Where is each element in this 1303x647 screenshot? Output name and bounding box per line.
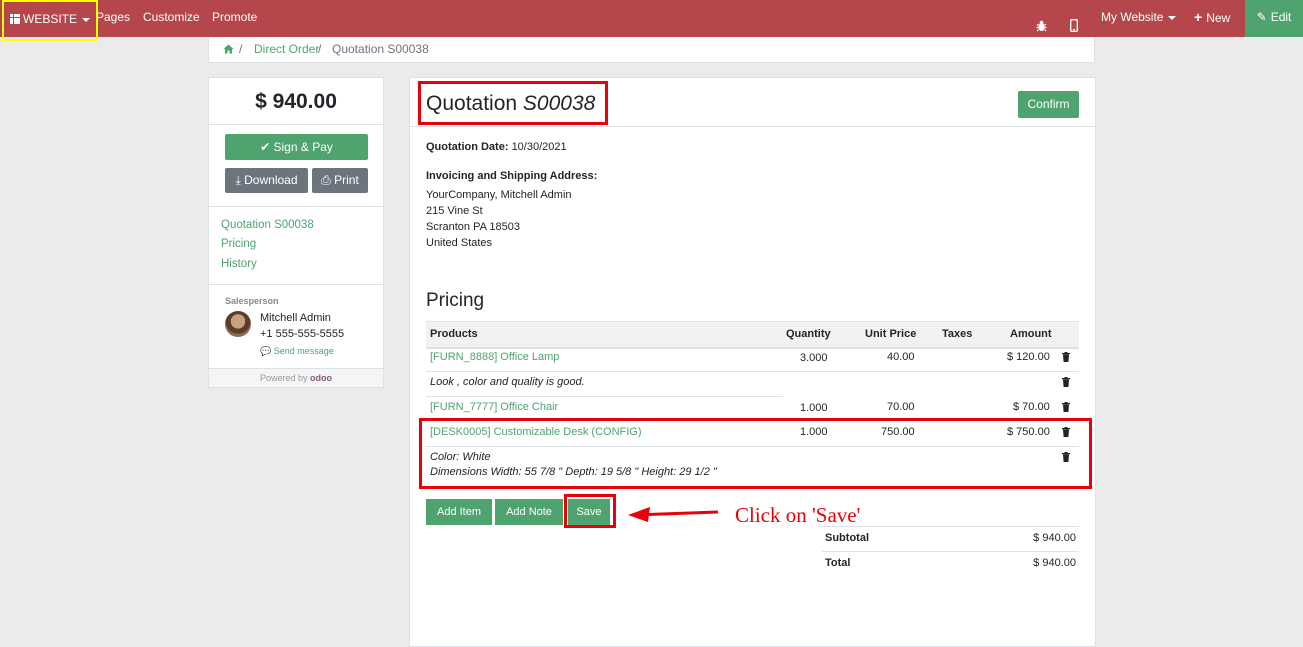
product-link[interactable]: [FURN_8888] Office Lamp <box>430 351 559 363</box>
amount-value: $ 120.00 <box>1007 351 1050 363</box>
row-divider <box>426 371 1079 372</box>
arrow-left-icon <box>628 507 719 522</box>
bug-icon[interactable] <box>1036 11 1047 32</box>
title-number: S00038 <box>522 92 596 115</box>
caret-down-icon <box>1168 15 1177 20</box>
divider <box>209 206 383 207</box>
unit-price-value: 70.00 <box>887 401 915 413</box>
sidebar-link-pricing[interactable]: Pricing <box>221 238 256 250</box>
new-button[interactable]: + New <box>1194 0 1230 37</box>
add-note-button[interactable]: Add Note <box>495 499 563 525</box>
sidebar-link-quotation[interactable]: Quotation S00038 <box>221 219 314 231</box>
address-line: Scranton PA 18503 <box>426 221 520 233</box>
unit-price-value: 40.00 <box>887 351 915 363</box>
website-menu-label: WEBSITE <box>23 12 78 26</box>
header-amount: Amount <box>1010 328 1052 340</box>
send-message-link[interactable]: 💬 Send message <box>260 346 334 357</box>
salesperson-label: Salesperson <box>225 296 279 306</box>
my-website-label: My Website <box>1101 10 1164 24</box>
home-icon[interactable] <box>223 42 234 56</box>
sidebar-link-history[interactable]: History <box>221 258 257 270</box>
send-message-label: Send message <box>273 346 334 356</box>
download-button[interactable]: ⤓ Download <box>225 168 308 193</box>
check-icon: ✔ <box>260 140 271 154</box>
breadcrumb-separator: / <box>239 42 243 56</box>
confirm-button[interactable]: Confirm <box>1018 91 1079 118</box>
pricing-title: Pricing <box>426 290 485 311</box>
top-navbar: WEBSITE Pages Customize Promote My Websi… <box>0 0 1303 41</box>
page-title: Quotation S00038 <box>426 92 595 116</box>
row-divider <box>426 396 783 397</box>
breadcrumb-separator: / <box>318 42 322 56</box>
quotation-date-label: Quotation Date: <box>426 141 509 153</box>
header-unit-price: Unit Price <box>865 328 917 340</box>
divider <box>209 284 383 285</box>
row-divider <box>822 526 1079 527</box>
quotation-date-value: 10/30/2021 <box>511 141 567 153</box>
comment-icon: 💬 <box>260 346 272 356</box>
salesperson-name: Mitchell Admin <box>260 312 331 324</box>
download-icon: ⤓ <box>235 173 241 187</box>
total-label: Total <box>825 557 851 569</box>
odoo-logo: odoo <box>310 373 333 383</box>
powered-by-text: Powered by <box>259 373 308 383</box>
print-label: Print <box>334 173 359 187</box>
mobile-preview-icon[interactable] <box>1069 11 1078 33</box>
header-quantity: Quantity <box>786 328 831 340</box>
total-value: $ 940.00 <box>1033 557 1076 569</box>
subtotal-label: Subtotal <box>825 532 869 544</box>
note-text: Look , color and quality is good. <box>430 376 585 388</box>
title-prefix: Quotation <box>426 92 518 115</box>
new-label: New <box>1206 11 1231 25</box>
promote-menu[interactable]: Promote <box>212 0 257 37</box>
divider <box>410 126 1095 127</box>
add-item-button[interactable]: Add Item <box>426 499 492 525</box>
quotation-date: Quotation Date: 10/30/2021 <box>426 141 567 153</box>
print-button[interactable]: ⎙ Print <box>312 168 368 193</box>
trash-icon[interactable] <box>1062 402 1070 412</box>
customize-menu[interactable]: Customize <box>143 0 200 37</box>
edit-button[interactable]: ✎ Edit <box>1245 0 1303 37</box>
breadcrumb-direct-order[interactable]: Direct Order <box>254 42 319 56</box>
breadcrumb-current: Quotation S00038 <box>332 42 429 56</box>
row-divider <box>822 551 1079 552</box>
header-products: Products <box>430 328 478 340</box>
print-icon: ⎙ <box>321 173 331 187</box>
product-link[interactable]: [FURN_7777] Office Chair <box>430 401 558 413</box>
breadcrumb: / Direct Order / Quotation S00038 <box>208 37 1095 63</box>
trash-icon[interactable] <box>1062 377 1070 387</box>
header-taxes: Taxes <box>942 328 973 340</box>
website-menu-button[interactable]: WEBSITE <box>2 0 99 41</box>
download-label: Download <box>244 173 298 187</box>
trash-icon[interactable] <box>1062 352 1070 362</box>
sidebar-total: $ 940.00 <box>255 90 337 113</box>
address-line: 215 Vine St <box>426 205 483 217</box>
my-website-dropdown[interactable]: My Website <box>1101 0 1177 37</box>
quantity-value[interactable]: 3.000 <box>800 352 828 364</box>
pages-menu[interactable]: Pages <box>96 0 130 37</box>
edit-label: Edit <box>1270 10 1292 24</box>
sign-pay-label: Sign & Pay <box>273 140 333 154</box>
apps-grid-icon <box>10 14 20 24</box>
sign-pay-button[interactable]: ✔ Sign & Pay <box>225 134 368 160</box>
desk-row-highlight-box <box>419 418 1092 489</box>
salesperson-phone: +1 555-555-5555 <box>260 328 345 340</box>
quantity-value[interactable]: 1.000 <box>800 402 828 414</box>
address-label: Invoicing and Shipping Address: <box>426 170 598 182</box>
subtotal-value: $ 940.00 <box>1033 532 1076 544</box>
amount-value: $ 70.00 <box>1013 401 1050 413</box>
quote-sidebar: $ 940.00 ✔ Sign & Pay ⤓ Download ⎙ Print… <box>208 77 384 388</box>
address-line: United States <box>426 237 493 249</box>
powered-by: Powered by odoo <box>209 368 383 387</box>
instruction-annotation: Click on 'Save' <box>735 503 861 527</box>
address-line: YourCompany, Mitchell Admin <box>426 189 572 201</box>
divider <box>209 124 383 125</box>
plus-icon: + <box>1194 9 1203 25</box>
caret-down-icon <box>82 17 91 22</box>
table-header: Products Quantity Unit Price Taxes Amoun… <box>426 321 1079 349</box>
avatar <box>225 311 251 337</box>
save-highlight-box <box>564 494 616 528</box>
pencil-icon: ✎ <box>1256 10 1267 24</box>
